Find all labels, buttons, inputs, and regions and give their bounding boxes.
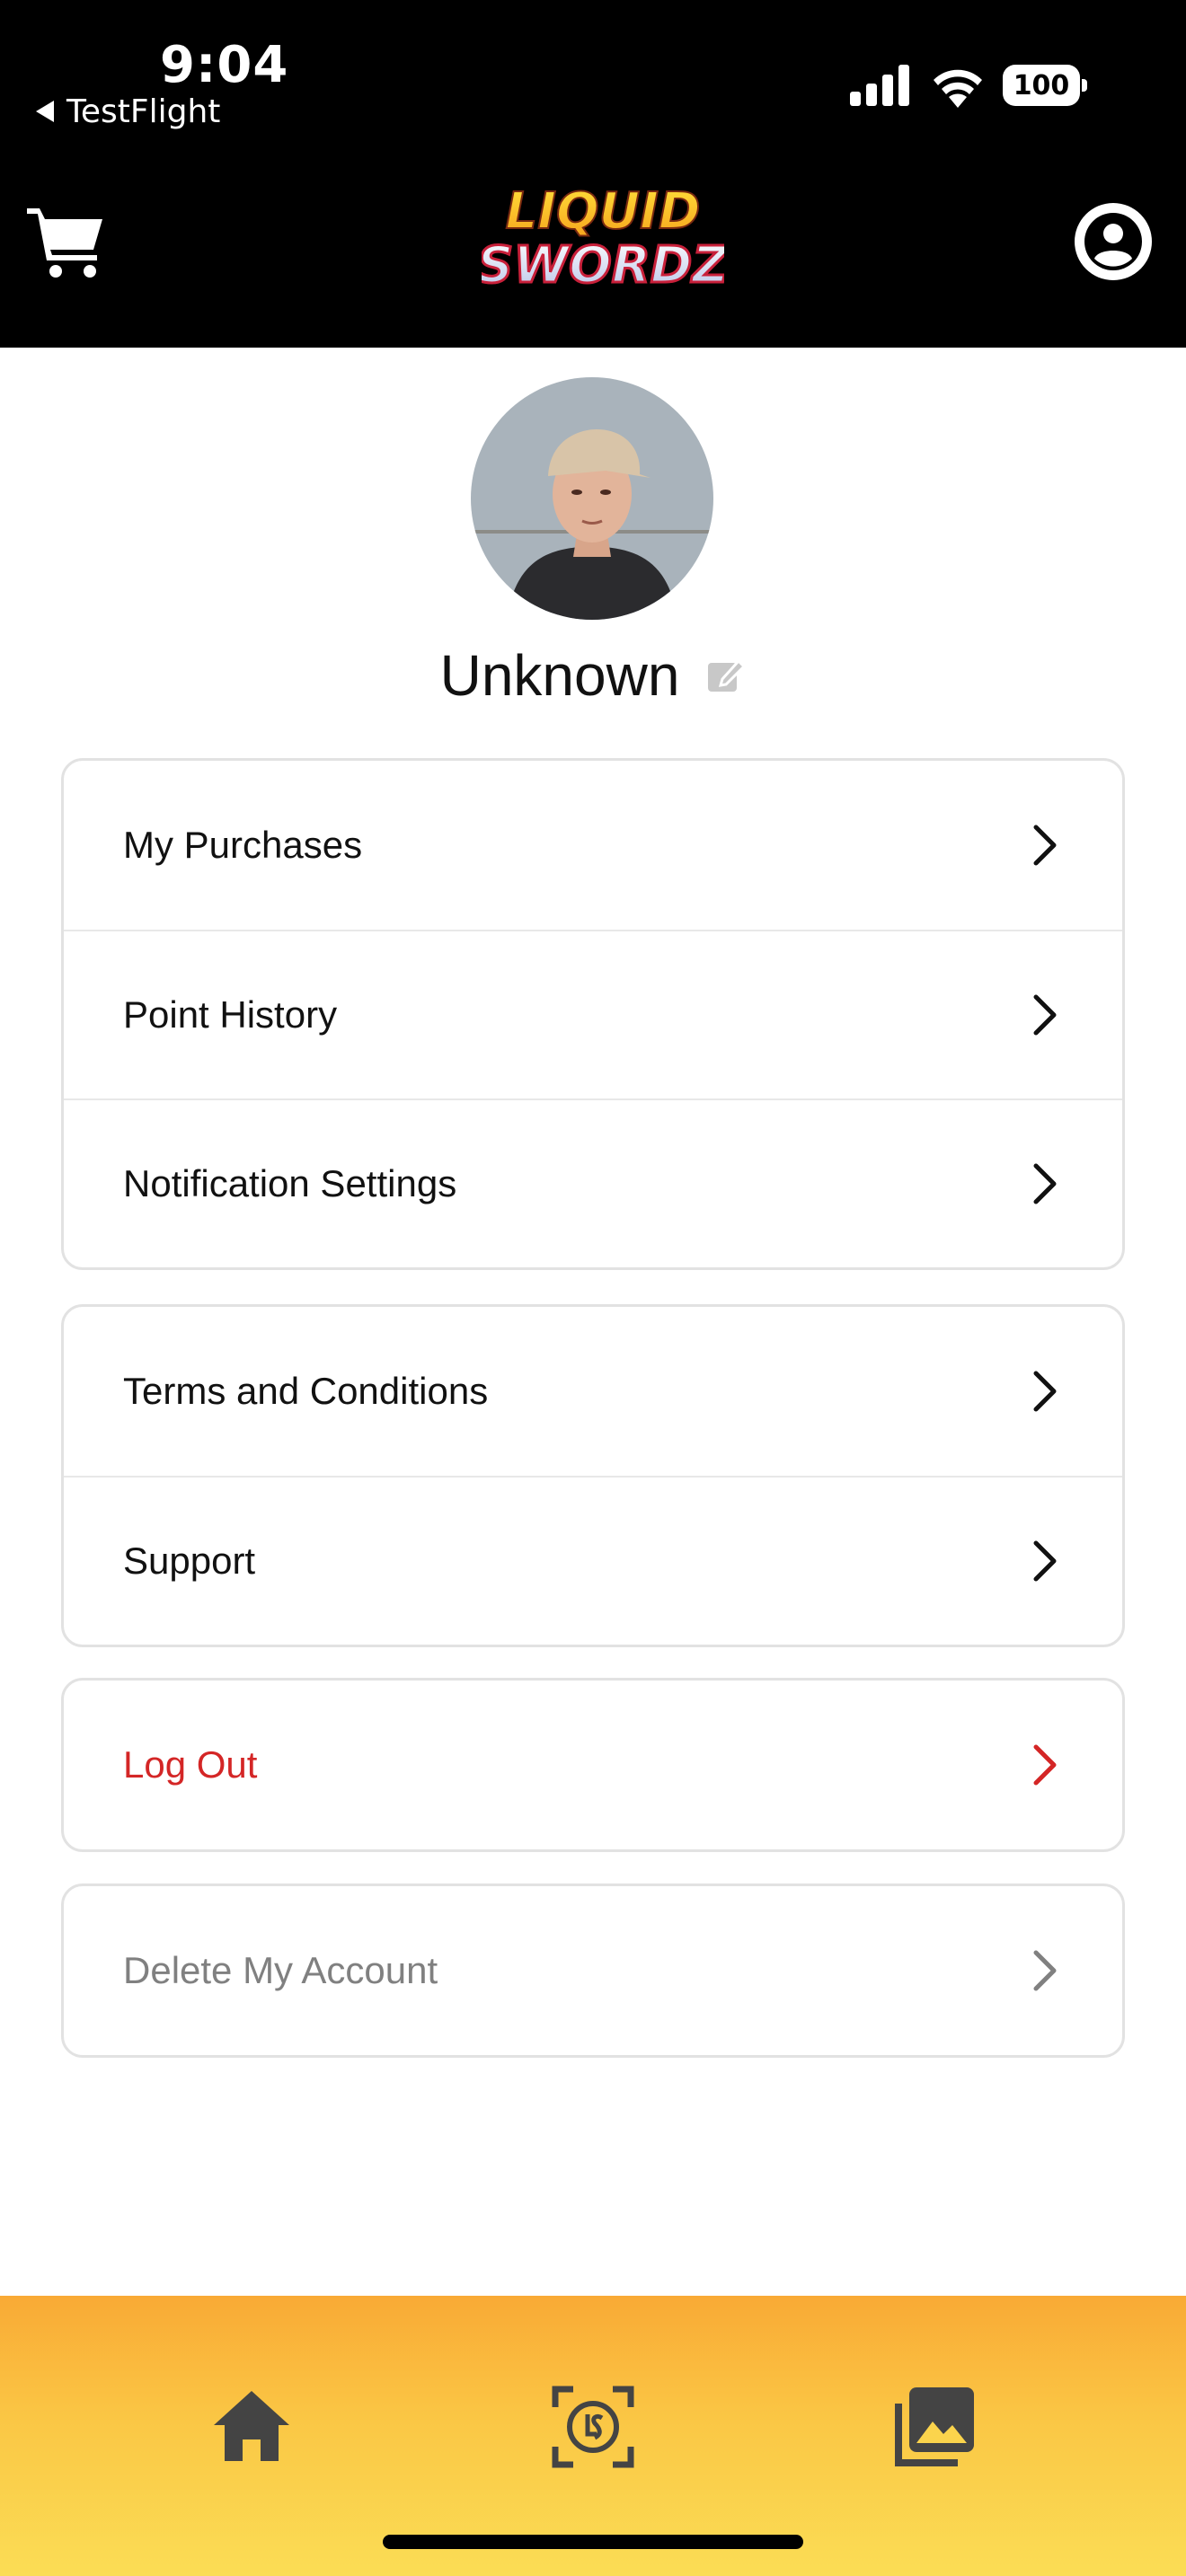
chevron-right-icon	[1033, 825, 1057, 866]
chevron-right-icon	[1033, 1371, 1057, 1412]
home-icon[interactable]	[207, 2382, 296, 2472]
logo-line2: SWORDZ	[482, 236, 724, 293]
back-app-label: TestFlight	[66, 93, 221, 130]
chevron-right-icon	[1033, 1744, 1057, 1786]
my-purchases-item[interactable]: My Purchases	[64, 761, 1122, 930]
back-arrow-icon	[36, 101, 54, 122]
battery-level: 100	[1013, 69, 1070, 101]
profile-name-row: Unknown	[0, 640, 1186, 711]
chevron-right-icon	[1033, 994, 1057, 1036]
gallery-icon[interactable]	[890, 2382, 979, 2472]
back-to-testflight[interactable]: TestFlight	[36, 93, 221, 130]
logout-group: Log Out	[61, 1678, 1125, 1852]
liquid-swordz-logo: LIQUID SWORDZ	[482, 181, 724, 293]
battery-indicator: 100	[1003, 65, 1087, 106]
avatar-photo	[471, 377, 713, 620]
delete-account-label: Delete My Account	[123, 1949, 438, 1991]
top-header: 9:04 TestFlight 100 LIQUID SWORDZ	[0, 0, 1186, 348]
edit-icon[interactable]	[706, 656, 747, 695]
account-menu-group: My Purchases Point History Notification …	[61, 758, 1125, 1270]
scan-coin-icon[interactable]	[548, 2382, 638, 2472]
status-time: 9:04	[160, 36, 289, 94]
profile-name: Unknown	[439, 643, 680, 708]
log-out-button[interactable]: Log Out	[64, 1681, 1122, 1849]
menu-label: Notification Settings	[123, 1162, 457, 1204]
log-out-label: Log Out	[123, 1743, 258, 1786]
wifi-icon	[934, 69, 982, 108]
chevron-right-icon	[1033, 1950, 1057, 1991]
profile-avatar[interactable]	[471, 377, 713, 620]
menu-label: Terms and Conditions	[123, 1370, 489, 1412]
menu-label: My Purchases	[123, 824, 363, 866]
delete-account-button[interactable]: Delete My Account	[64, 1886, 1122, 2055]
cart-icon[interactable]	[25, 199, 108, 282]
point-history-item[interactable]: Point History	[64, 930, 1122, 1098]
notification-settings-item[interactable]: Notification Settings	[64, 1098, 1122, 1267]
logo-line1: LIQUID	[506, 182, 701, 241]
support-item[interactable]: Support	[64, 1476, 1122, 1645]
account-icon[interactable]	[1073, 201, 1154, 282]
info-menu-group: Terms and Conditions Support	[61, 1304, 1125, 1647]
terms-and-conditions-item[interactable]: Terms and Conditions	[64, 1307, 1122, 1476]
menu-label: Support	[123, 1539, 256, 1582]
home-indicator	[383, 2535, 803, 2549]
chevron-right-icon	[1033, 1163, 1057, 1204]
cellular-signal-icon	[850, 65, 909, 106]
chevron-right-icon	[1033, 1540, 1057, 1582]
delete-account-group: Delete My Account	[61, 1883, 1125, 2058]
menu-label: Point History	[123, 993, 338, 1036]
